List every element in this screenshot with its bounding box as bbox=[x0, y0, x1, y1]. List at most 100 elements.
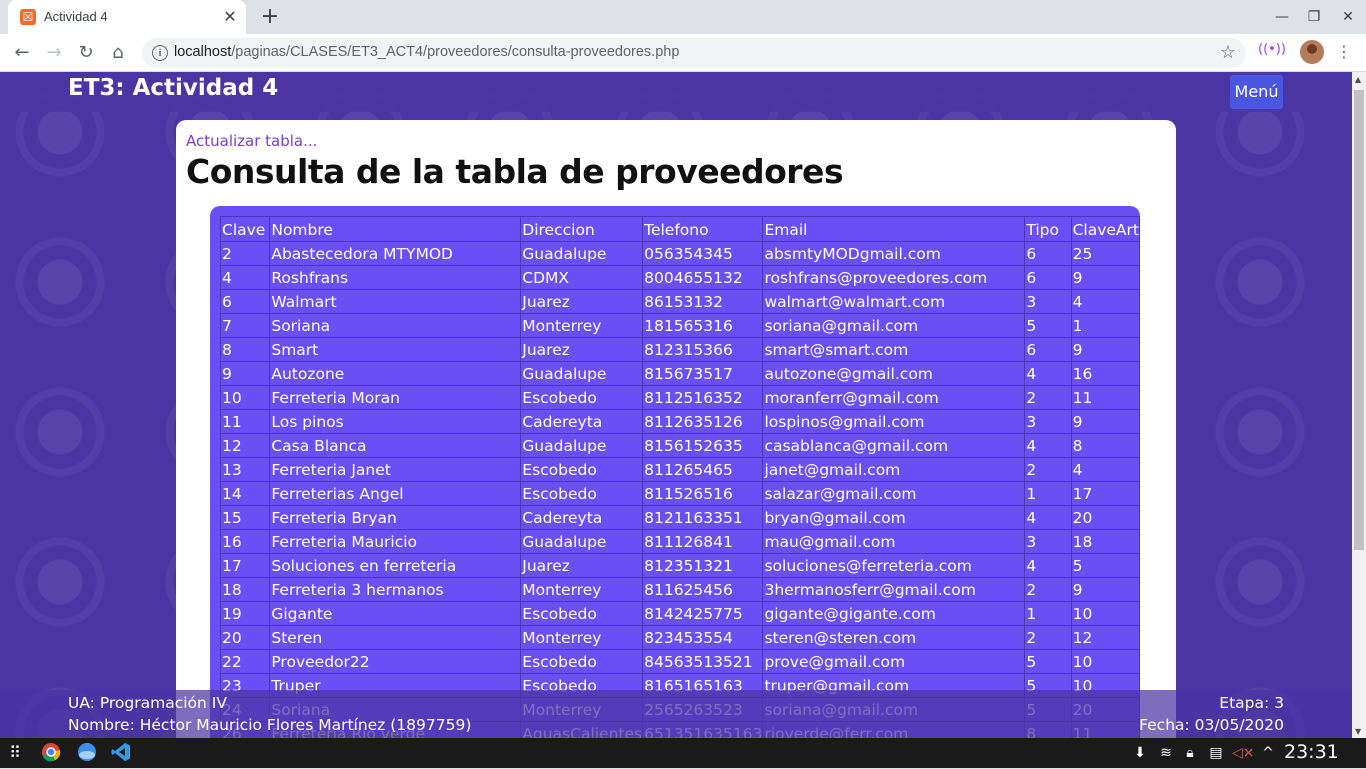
cell-telefono: 181565316 bbox=[642, 313, 764, 338]
scroll-up-icon[interactable]: ▲ bbox=[1355, 75, 1361, 84]
cell-nombre: Ferreteria Moran bbox=[269, 385, 522, 410]
cell-tipo: 5 bbox=[1024, 649, 1072, 674]
cell-direccion: Monterrey bbox=[520, 313, 644, 338]
cell-telefono: 823453554 bbox=[642, 625, 764, 650]
cell-direccion: Guadalupe bbox=[520, 241, 644, 266]
clipboard-icon[interactable]: ▤ bbox=[1206, 742, 1226, 764]
chevron-up-icon[interactable]: ^ bbox=[1258, 742, 1278, 764]
browser-tab[interactable]: ☒ Actividad 4 ✕ bbox=[8, 0, 246, 34]
cell-nombre: Proveedor22 bbox=[269, 649, 522, 674]
restore-icon[interactable]: ❐ bbox=[1298, 6, 1330, 28]
cell-clave: 15 bbox=[219, 505, 271, 530]
cell-email: bryan@gmail.com bbox=[762, 505, 1026, 530]
cell-claveart: 17 bbox=[1070, 481, 1141, 506]
more-menu-icon[interactable]: ⋮ bbox=[1334, 42, 1354, 61]
new-tab-icon[interactable]: + bbox=[256, 4, 284, 30]
cell-direccion: Juarez bbox=[520, 553, 644, 578]
cell-tipo: 4 bbox=[1024, 361, 1072, 386]
table-row: 6 Walmart Juarez 86153132 walmart@walmart.co… bbox=[219, 289, 1141, 314]
vscode-icon[interactable] bbox=[110, 742, 132, 764]
cell-telefono: 8112516352 bbox=[642, 385, 764, 410]
column-header-claveart: ClaveArt bbox=[1070, 216, 1141, 242]
tab-strip: ☒ Actividad 4 ✕ + — ❐ ✕ bbox=[0, 0, 1366, 34]
close-window-icon[interactable]: ✕ bbox=[1332, 6, 1364, 28]
chrome-icon[interactable] bbox=[40, 742, 62, 764]
footer-ua: UA: Programación IV bbox=[68, 694, 227, 712]
download-icon[interactable]: ⬇ bbox=[1130, 742, 1150, 764]
broadcast-icon[interactable]: ((•)) bbox=[1258, 42, 1286, 57]
cell-nombre: Gigante bbox=[269, 601, 522, 626]
table-row: 4 Roshfrans CDMX 8004655132 roshfrans@provee… bbox=[219, 265, 1141, 290]
refresh-table-link[interactable]: Actualizar tabla... bbox=[186, 132, 317, 150]
scrollbar-thumb[interactable] bbox=[1354, 90, 1364, 550]
cell-direccion: Escobedo bbox=[520, 385, 644, 410]
home-icon[interactable]: ⌂ bbox=[104, 39, 132, 67]
cell-clave: 18 bbox=[219, 577, 271, 602]
cell-clave: 4 bbox=[219, 265, 271, 290]
bookmark-star-icon[interactable]: ☆ bbox=[1220, 42, 1236, 63]
close-tab-icon[interactable]: ✕ bbox=[220, 7, 240, 27]
scroll-down-icon[interactable]: ▼ bbox=[1355, 727, 1361, 736]
cell-nombre: Ferreterias Angel bbox=[269, 481, 522, 506]
info-icon[interactable]: i bbox=[152, 45, 168, 61]
providers-table: Clave Nombre Direccion Telefono Email Ti… bbox=[219, 216, 1141, 738]
cell-telefono: 812351321 bbox=[642, 553, 764, 578]
cell-direccion: Escobedo bbox=[520, 481, 644, 506]
xampp-favicon-icon: ☒ bbox=[20, 9, 36, 25]
cell-telefono: 84563513521 bbox=[642, 649, 764, 674]
cell-claveart: 9 bbox=[1070, 265, 1141, 290]
url-text[interactable]: localhost/paginas/CLASES/ET3_ACT4/provee… bbox=[174, 44, 679, 60]
cell-tipo: 2 bbox=[1024, 625, 1072, 650]
table-row: 2 Abastecedora MTYMOD Guadalupe 056354345 ab… bbox=[219, 241, 1141, 266]
cell-email: roshfrans@proveedores.com bbox=[762, 265, 1026, 290]
wifi-icon[interactable]: ≋ bbox=[1156, 742, 1176, 764]
minimize-icon[interactable]: — bbox=[1266, 6, 1298, 28]
cell-direccion: Monterrey bbox=[520, 577, 644, 602]
cell-claveart: 9 bbox=[1070, 409, 1141, 434]
cell-claveart: 4 bbox=[1070, 457, 1141, 482]
cell-telefono: 811526516 bbox=[642, 481, 764, 506]
page-title: Consulta de la tabla de proveedores bbox=[186, 152, 844, 191]
cell-nombre: Soluciones en ferreteria bbox=[269, 553, 522, 578]
column-header-tipo: Tipo bbox=[1024, 216, 1072, 242]
lock-icon[interactable]: 🔒︎ bbox=[1180, 742, 1200, 764]
browser-globe-icon[interactable] bbox=[76, 742, 98, 764]
table-row: 13 Ferreteria Janet Escobedo 811265465 janet… bbox=[219, 457, 1141, 482]
cell-nombre: Autozone bbox=[269, 361, 522, 386]
table-row: 16 Ferreteria Mauricio Guadalupe 811126841 m… bbox=[219, 529, 1141, 554]
cell-nombre: Ferreteria Janet bbox=[269, 457, 522, 482]
profile-avatar[interactable] bbox=[1300, 40, 1324, 64]
cell-telefono: 815673517 bbox=[642, 361, 764, 386]
menu-button[interactable]: Menú bbox=[1230, 75, 1283, 109]
cell-nombre: Smart bbox=[269, 337, 522, 362]
cell-clave: 12 bbox=[219, 433, 271, 458]
cell-email: mau@gmail.com bbox=[762, 529, 1026, 554]
cell-direccion: Cadereyta bbox=[520, 505, 644, 530]
footer-nombre: Nombre: Héctor Mauricio Flores Martínez … bbox=[68, 716, 472, 734]
url-host: localhost bbox=[174, 44, 232, 60]
volume-muted-icon[interactable]: ◁× bbox=[1232, 742, 1255, 764]
cell-clave: 20 bbox=[219, 625, 271, 650]
page-scrollbar[interactable]: ▲ ▼ bbox=[1352, 72, 1366, 738]
cell-claveart: 12 bbox=[1070, 625, 1141, 650]
cell-clave: 2 bbox=[219, 241, 271, 266]
reload-icon[interactable]: ↻ bbox=[72, 39, 100, 67]
cell-email: walmart@walmart.com bbox=[762, 289, 1026, 314]
cell-nombre: Ferreteria 3 hermanos bbox=[269, 577, 522, 602]
cell-clave: 19 bbox=[219, 601, 271, 626]
cell-claveart: 9 bbox=[1070, 577, 1141, 602]
cell-direccion: Guadalupe bbox=[520, 361, 644, 386]
cell-clave: 9 bbox=[219, 361, 271, 386]
address-bar[interactable]: i localhost/paginas/CLASES/ET3_ACT4/prov… bbox=[142, 38, 1246, 68]
table-row: 11 Los pinos Cadereyta 8112635126 lospinos@g… bbox=[219, 409, 1141, 434]
table-row: 15 Ferreteria Bryan Cadereyta 8121163351 bry… bbox=[219, 505, 1141, 530]
table-row: 9 Autozone Guadalupe 815673517 autozone@gmai… bbox=[219, 361, 1141, 386]
forward-icon[interactable]: → bbox=[40, 39, 68, 67]
page-viewport: ET3: Actividad 4 Menú Actualizar tabla..… bbox=[0, 72, 1352, 738]
cell-nombre: Los pinos bbox=[269, 409, 522, 434]
back-icon[interactable]: ← bbox=[8, 39, 36, 67]
cell-direccion: CDMX bbox=[520, 265, 644, 290]
site-title: ET3: Actividad 4 bbox=[68, 75, 279, 101]
app-grid-icon[interactable]: ⠿ bbox=[4, 742, 26, 764]
cell-nombre: Roshfrans bbox=[269, 265, 522, 290]
